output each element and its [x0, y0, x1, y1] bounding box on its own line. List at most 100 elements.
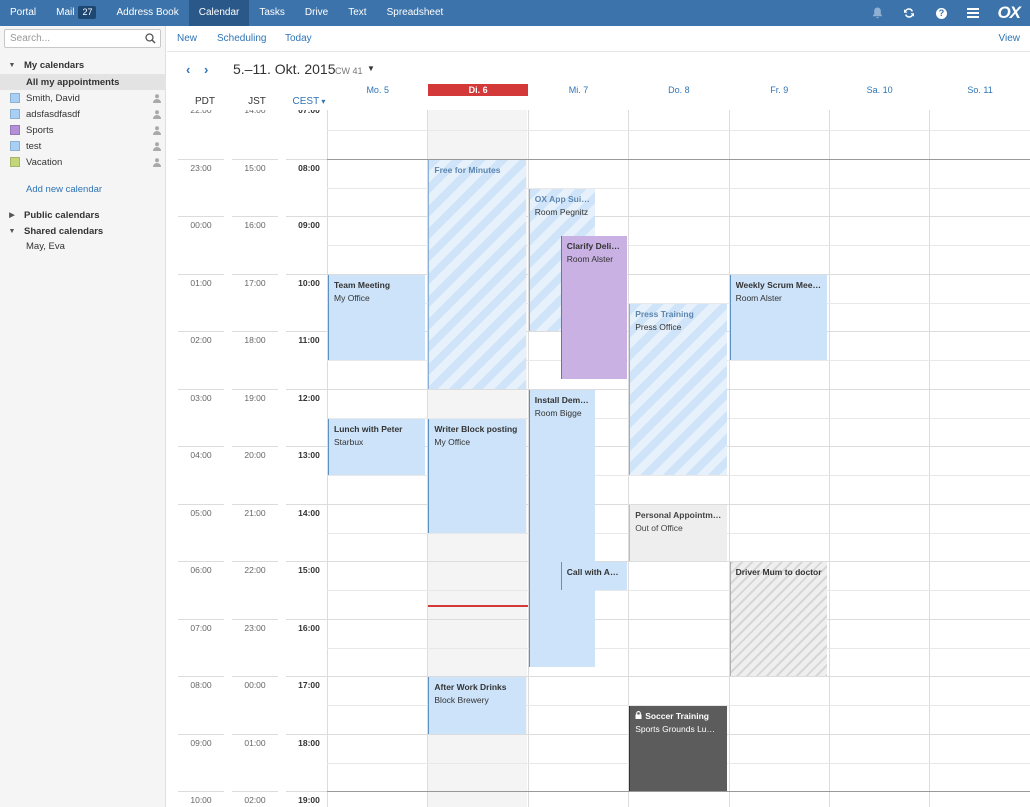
previous-week-button[interactable]: ‹ [186, 62, 190, 77]
timezone-label: CEST [292, 96, 320, 107]
time-gutter-line [178, 791, 224, 793]
week-picker-caret-icon[interactable]: ▼ [367, 64, 375, 73]
calendar-name: Vacation [26, 156, 63, 168]
day-header[interactable]: Mi. 7 [529, 84, 628, 96]
calendar-event[interactable]: Weekly Scrum Meeting Room Alster [729, 274, 827, 361]
time-label-pdt: 22:00 [190, 110, 212, 116]
calendar-event[interactable]: Driver Mum to doctor [729, 562, 827, 677]
calendar-name: All my appointments [26, 76, 120, 88]
time-label-pdt: 23:00 [190, 162, 212, 173]
calendar-item[interactable]: Smith, David [0, 90, 166, 106]
app-tab-label: Spreadsheet [386, 7, 444, 18]
scheduling-button[interactable]: Scheduling [217, 33, 266, 44]
my-calendars-header[interactable]: ▼ My calendars [0, 58, 85, 72]
shared-calendars-header[interactable]: ▼ Shared calendars [0, 224, 104, 238]
time-label-jst: 22:00 [244, 565, 266, 576]
app-tab-address-book[interactable]: Address Book [106, 0, 188, 26]
event-title-text: Weekly Scrum Meeting [735, 279, 822, 290]
calendar-event[interactable]: Soccer Training Sports Grounds Lumberjack [629, 706, 727, 792]
day-header[interactable]: Mo. 5 [328, 84, 427, 96]
half-hour-line [327, 647, 1030, 649]
add-new-calendar-link[interactable]: Add new calendar [26, 184, 102, 195]
shared-user-item[interactable]: May, Eva [26, 241, 65, 252]
time-label-jst: 19:00 [244, 392, 266, 403]
time-label-cest: 12:00 [298, 392, 320, 403]
timezone-header-pdt: PDT [180, 96, 230, 107]
time-gutter-line [232, 158, 278, 160]
calendar-event[interactable]: Personal Appointment Out of Office [629, 504, 727, 562]
calendar-color-swatch[interactable] [10, 157, 20, 167]
app-tab-calendar[interactable]: Calendar [188, 0, 250, 26]
calendar-event[interactable]: After Work Drinks Block Brewery [428, 677, 526, 734]
today-button[interactable]: Today [285, 33, 312, 44]
view-button[interactable]: View [999, 33, 1021, 44]
calendar-item[interactable]: test [0, 138, 166, 154]
next-week-button[interactable]: › [204, 62, 208, 77]
event-title: Lunch with Peter [334, 423, 420, 436]
calendar-item[interactable]: adsfasdfasdf [0, 106, 166, 122]
app-tab-mail[interactable]: Mail 27 [46, 0, 106, 26]
calendar-item[interactable]: Vacation [0, 154, 166, 170]
event-title-text: Personal Appointment [635, 509, 722, 520]
new-button[interactable]: New [177, 33, 197, 44]
app-tab-portal[interactable]: Portal [0, 0, 46, 26]
working-hours-boundary [327, 791, 1030, 793]
time-gutter-line [286, 216, 332, 218]
hour-line [327, 561, 1030, 563]
day-header[interactable]: So. 11 [930, 84, 1029, 96]
menu-icon[interactable] [957, 0, 989, 26]
time-label-pdt: 03:00 [190, 392, 212, 403]
event-title-text: Clarify Deliverables [566, 241, 622, 252]
calendar-event[interactable]: Install Demo Server Room Bigge [528, 389, 596, 667]
calendar-event[interactable]: Writer Block posting My Office [428, 418, 526, 533]
calendar-color-swatch[interactable] [10, 109, 20, 119]
calendar-color-swatch[interactable] [10, 93, 20, 103]
time-label-cest: 10:00 [298, 277, 320, 288]
time-label-cest: 13:00 [298, 450, 320, 461]
event-title: After Work Drinks [434, 681, 520, 694]
time-gutter-line [178, 388, 224, 390]
app-tab-spreadsheet[interactable]: Spreadsheet [377, 0, 454, 26]
search-icon[interactable] [145, 33, 156, 47]
timezone-header-jst: JST [232, 96, 282, 107]
calendar-color-swatch[interactable] [10, 125, 20, 135]
time-label-cest: 16:00 [298, 622, 320, 633]
time-gutter-line [178, 273, 224, 275]
calendar-event[interactable]: Press Training Press Office [629, 303, 727, 476]
day-header[interactable]: Di. 6 [428, 84, 528, 96]
bell-icon[interactable] [861, 0, 893, 26]
day-header[interactable]: Do. 8 [629, 84, 728, 96]
day-header[interactable]: Sa. 10 [830, 84, 929, 96]
calendar-event[interactable]: Lunch with Peter Starbux [328, 418, 426, 476]
calendar-item[interactable]: Sports [0, 122, 166, 138]
day-column-divider [929, 110, 931, 807]
event-title: Team Meeting [334, 279, 420, 292]
app-tab-drive[interactable]: Drive [295, 0, 338, 26]
search-input[interactable] [5, 30, 140, 47]
calendar-name: Smith, David [26, 92, 80, 104]
app-tab-text[interactable]: Text [338, 0, 376, 26]
timezone-label: JST [248, 96, 266, 107]
calendar-color-swatch[interactable] [10, 141, 20, 151]
refresh-icon[interactable] [893, 0, 925, 26]
calendar-item[interactable]: All my appointments [0, 74, 166, 90]
time-label-jst: 23:00 [244, 622, 266, 633]
caret-right-icon: ▶ [9, 212, 15, 219]
calendar-toolbar: New Scheduling Today View [167, 26, 1030, 52]
time-gutter-line [286, 618, 332, 620]
time-label-jst: 17:00 [244, 277, 266, 288]
day-header[interactable]: Fr. 9 [730, 84, 829, 96]
help-icon[interactable]: ? [925, 0, 957, 26]
calendar-event[interactable]: Team Meeting My Office [328, 274, 426, 361]
calendar-event[interactable]: Free for Minutes [428, 159, 526, 389]
week-grid[interactable]: 22:00 14:00 07:00 23:00 15:00 08:00 00:00 16:00… [176, 110, 1030, 807]
calendar-event[interactable]: Call with Agency [560, 562, 628, 591]
calendar-event[interactable]: Clarify Deliverables Room Alster [560, 236, 628, 380]
time-gutter-line [232, 733, 278, 735]
timezone-header-cest[interactable]: CEST ▾ [284, 96, 334, 107]
app-tab-tasks[interactable]: Tasks [249, 0, 295, 26]
search-box [4, 29, 161, 48]
caret-down-icon: ▼ [8, 227, 16, 235]
app-tab-label: Calendar [198, 7, 240, 18]
public-calendars-header[interactable]: ▶ Public calendars [0, 208, 99, 222]
